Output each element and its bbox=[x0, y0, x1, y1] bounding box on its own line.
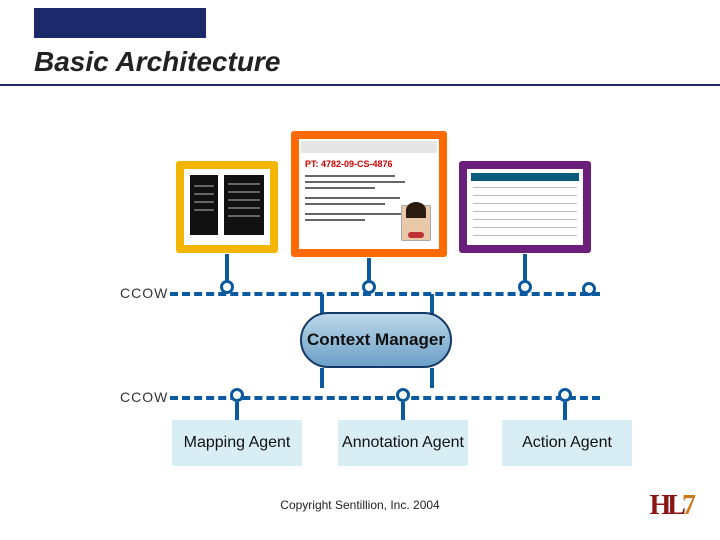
context-manager-label: Context Manager bbox=[307, 330, 445, 350]
connector-stem bbox=[563, 402, 567, 420]
action-agent-label: Action Agent bbox=[522, 434, 612, 452]
connector-stem bbox=[401, 402, 405, 420]
copyright-footer: Copyright Sentillion, Inc. 2004 bbox=[0, 498, 720, 512]
connector-ring-icon bbox=[558, 388, 572, 402]
app-panel-imaging bbox=[176, 161, 278, 253]
hl7-logo: HL7 bbox=[650, 490, 692, 522]
connector-stem bbox=[320, 294, 324, 314]
connector-ring-icon bbox=[396, 388, 410, 402]
mapping-agent-label: Mapping Agent bbox=[184, 434, 291, 452]
emr-patient-id: PT: 4782-09-CS-4876 bbox=[305, 159, 393, 169]
ccow-bus-label-top: CCOW bbox=[120, 285, 168, 301]
connector-stem bbox=[235, 402, 239, 420]
connector-stem bbox=[430, 368, 434, 388]
mapping-agent-node: Mapping Agent bbox=[172, 420, 302, 466]
app-panel-emr: PT: 4782-09-CS-4876 bbox=[291, 131, 447, 257]
title-underline bbox=[0, 84, 720, 86]
connector-stem bbox=[320, 368, 324, 388]
app-results-content bbox=[467, 169, 583, 245]
ccow-bus-label-bottom: CCOW bbox=[120, 389, 168, 405]
app-imaging-content bbox=[184, 169, 270, 245]
app-emr-content: PT: 4782-09-CS-4876 bbox=[299, 139, 439, 249]
ccow-bus-top bbox=[170, 292, 600, 296]
action-agent-node: Action Agent bbox=[502, 420, 632, 466]
connector-ring-icon bbox=[230, 388, 244, 402]
context-manager-node: Context Manager bbox=[300, 312, 452, 368]
header-accent-bar bbox=[34, 8, 206, 38]
annotation-agent-node: Annotation Agent bbox=[338, 420, 468, 466]
app-panel-results bbox=[459, 161, 591, 253]
page-title: Basic Architecture bbox=[34, 46, 280, 78]
annotation-agent-label: Annotation Agent bbox=[342, 434, 464, 452]
connector-stem bbox=[430, 294, 434, 314]
patient-photo-icon bbox=[401, 205, 431, 241]
